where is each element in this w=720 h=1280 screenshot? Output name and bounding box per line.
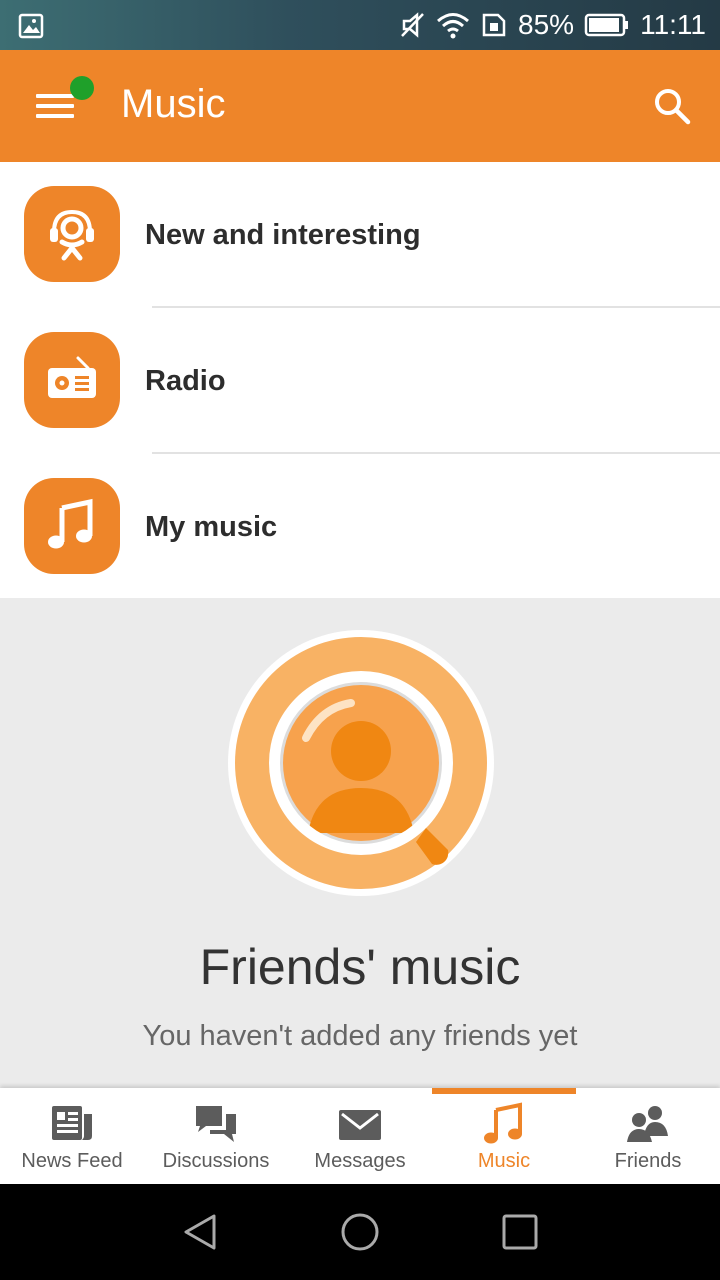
vibrate-mute-icon xyxy=(401,12,424,38)
battery-icon xyxy=(584,13,629,37)
system-navigation-bar xyxy=(0,1184,720,1280)
music-note-icon xyxy=(484,1102,522,1144)
active-tab-indicator xyxy=(432,1088,576,1094)
envelope-icon xyxy=(339,1110,381,1140)
menu-item-label: My music xyxy=(145,511,278,543)
radio-icon xyxy=(24,332,120,428)
tab-label: Friends xyxy=(614,1150,682,1172)
tab-messages[interactable]: Messages xyxy=(288,1088,432,1184)
tab-label: Messages xyxy=(314,1150,406,1172)
menu-item-label: New and interesting xyxy=(145,219,421,251)
menu-item-radio[interactable]: Radio xyxy=(0,308,720,454)
battery-percent: 85% xyxy=(518,9,575,40)
search-icon[interactable] xyxy=(652,86,692,126)
notification-dot xyxy=(70,76,94,100)
tab-news-feed[interactable]: News Feed xyxy=(0,1088,144,1184)
menu-item-label: Radio xyxy=(145,365,226,397)
recent-apps-icon[interactable] xyxy=(496,1208,544,1256)
menu-icon xyxy=(36,94,74,98)
image-notification-icon xyxy=(18,13,44,39)
chat-bubbles-icon xyxy=(196,1106,236,1142)
tab-music[interactable]: Music xyxy=(432,1088,576,1184)
app-bar: Music xyxy=(0,50,720,162)
music-note-icon xyxy=(24,478,120,574)
menu-item-new-and-interesting[interactable]: New and interesting xyxy=(0,162,720,308)
home-icon[interactable] xyxy=(336,1208,384,1256)
tab-label: Music xyxy=(477,1150,531,1172)
clock: 11:11 xyxy=(640,9,706,40)
empty-state-title: Friends' music xyxy=(199,939,521,995)
tab-label: News Feed xyxy=(21,1150,123,1172)
status-bar: 85% 11:11 xyxy=(0,0,720,50)
empty-state-subtitle: You haven't added any friends yet xyxy=(142,1020,578,1052)
ok-headphones-icon xyxy=(24,186,120,282)
page-title: Music xyxy=(121,82,226,126)
bottom-tab-bar: News Feed Discussions Messages Music Fri… xyxy=(0,1088,720,1184)
newspaper-icon xyxy=(52,1106,92,1140)
menu-item-my-music[interactable]: My music xyxy=(0,454,720,600)
tab-friends[interactable]: Friends xyxy=(576,1088,720,1184)
friend-search-illustration xyxy=(228,630,494,896)
music-menu-list: New and interesting Radio My music xyxy=(0,162,720,598)
menu-button[interactable] xyxy=(36,76,94,122)
tab-discussions[interactable]: Discussions xyxy=(144,1088,288,1184)
tab-label: Discussions xyxy=(162,1150,270,1172)
friends-music-empty-state: Friends' music You haven't added any fri… xyxy=(0,598,720,1088)
sim-icon xyxy=(482,13,506,37)
people-icon xyxy=(627,1106,668,1142)
wifi-icon xyxy=(437,13,470,39)
back-icon[interactable] xyxy=(176,1208,224,1256)
